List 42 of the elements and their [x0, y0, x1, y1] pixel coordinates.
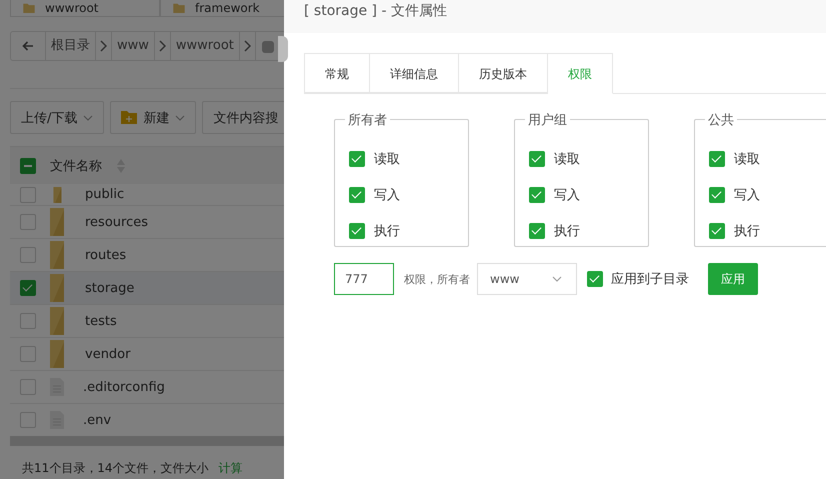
- column-header[interactable]: 文件名称: [50, 156, 102, 174]
- file-name: .env: [83, 412, 112, 428]
- tab[interactable]: 权限: [548, 53, 613, 94]
- checkbox-label: 执行: [734, 223, 760, 240]
- toolbar-button[interactable]: 新建: [110, 101, 196, 134]
- calculate-link[interactable]: 计算: [218, 460, 243, 477]
- checkbox-label: 写入: [554, 187, 580, 204]
- tab-label: framework: [195, 1, 260, 15]
- checkbox-label: 写入: [374, 187, 400, 204]
- checkbox-label: 执行: [374, 223, 400, 240]
- group-title: 用户组: [525, 111, 570, 129]
- tab[interactable]: 常规: [304, 53, 370, 93]
- checkbox-label: 写入: [734, 187, 760, 204]
- apply-button[interactable]: 应用: [708, 263, 758, 295]
- checkbox-label: 应用到子目录: [611, 271, 689, 288]
- checkbox-label: 读取: [374, 151, 400, 168]
- checkbox-label: 读取: [554, 151, 580, 168]
- group-title: 公共: [705, 111, 737, 129]
- breadcrumb-item[interactable]: www: [112, 32, 154, 60]
- summary-text: 共11个目录，14个文件，文件大小: [22, 460, 209, 477]
- tab[interactable]: 详细信息: [370, 53, 459, 93]
- file-name: vendor: [85, 346, 130, 362]
- dialog-title: [ storage ] - 文件属性: [284, 0, 826, 33]
- file-name: public: [85, 187, 124, 202]
- checkbox-label: 读取: [734, 151, 760, 168]
- table-row[interactable]: storage: [10, 272, 284, 305]
- file-name: .editorconfig: [83, 380, 165, 394]
- owner-label: 权限，所有者: [404, 272, 470, 286]
- tab-label: wwwroot: [45, 1, 99, 15]
- file-name: resources: [85, 214, 148, 230]
- file-name: tests: [85, 314, 117, 328]
- tab[interactable]: 历史版本: [459, 53, 548, 93]
- breadcrumb-item[interactable]: 根目录: [46, 32, 95, 60]
- group-title: 所有者: [345, 111, 390, 129]
- breadcrumb-item[interactable]: wwwroot: [170, 32, 239, 60]
- file-name: routes: [85, 248, 126, 262]
- file-name: storage: [85, 280, 134, 296]
- checkbox-label: 执行: [554, 223, 580, 240]
- toolbar-button[interactable]: 上传/下载: [10, 101, 104, 134]
- path-tab[interactable]: wwwroot: [10, 0, 160, 17]
- permission-input[interactable]: 777: [334, 263, 394, 295]
- owner-select[interactable]: www: [477, 263, 577, 295]
